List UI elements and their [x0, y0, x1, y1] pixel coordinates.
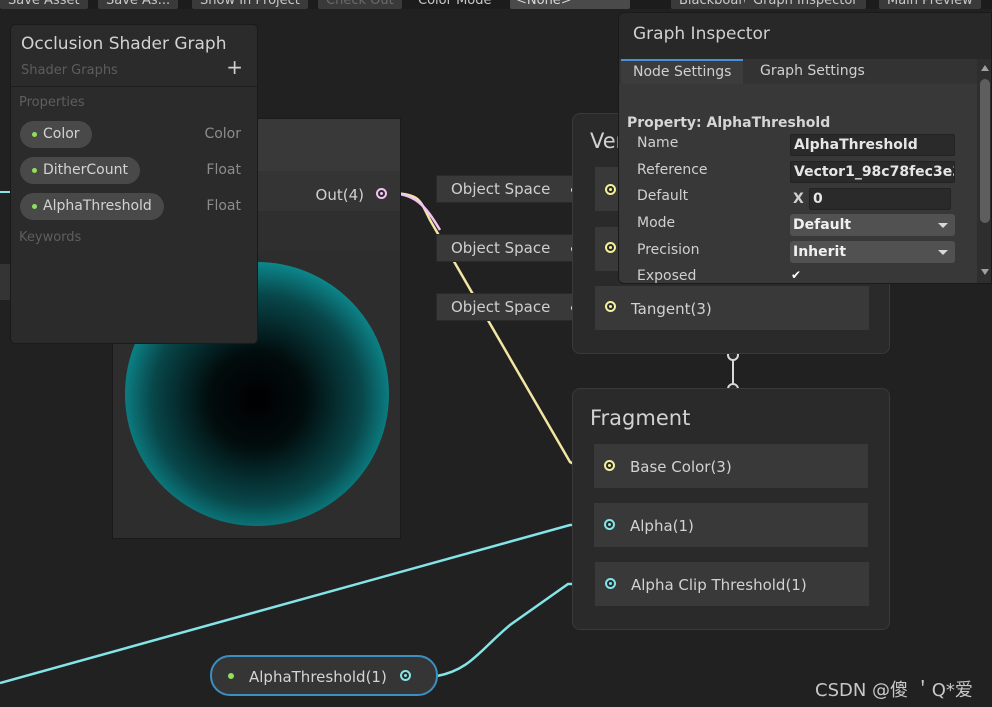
watermark: CSDN @傻 ＇Q*爱	[815, 680, 973, 701]
graph-inspector-panel[interactable]: Graph Inspector Node Settings Graph Sett…	[618, 12, 992, 284]
output-port[interactable]	[376, 188, 387, 199]
exposed-label: Exposed	[637, 268, 697, 284]
property-header: Property: AlphaThreshold	[627, 115, 831, 131]
keywords-header[interactable]: Keywords	[19, 230, 81, 245]
divider	[11, 86, 257, 87]
blackboard-panel[interactable]: Occlusion Shader Graph Shader Graphs + P…	[10, 24, 258, 344]
exposed-checkbox[interactable]: ✔	[791, 268, 801, 282]
property-type-color: Color	[204, 126, 241, 142]
property-indicator-icon	[228, 673, 234, 679]
precision-label: Precision	[637, 242, 700, 258]
inspector-tabs: Node Settings Graph Settings	[619, 59, 991, 84]
alphathreshold-property-node[interactable]: AlphaThreshold(1)	[210, 655, 438, 696]
shader-graph-editor: Save Asset Save As... Show In Project Ch…	[0, 0, 992, 707]
object-space-label: Object Space	[451, 298, 551, 316]
alpha-clip-port[interactable]	[605, 578, 616, 589]
blackboard-title: Occlusion Shader Graph	[21, 34, 227, 54]
alpha-clip-label: Alpha Clip Threshold(1)	[631, 576, 807, 594]
default-value-field[interactable]: 0	[809, 188, 951, 210]
property-type-alphathreshold: Float	[206, 198, 241, 214]
default-axis-label: X	[793, 191, 804, 207]
tab-node-settings[interactable]: Node Settings	[621, 59, 744, 84]
property-pill-color[interactable]: Color	[20, 121, 92, 148]
property-node-label: AlphaThreshold(1)	[249, 668, 387, 686]
default-label: Default	[637, 188, 689, 204]
scroll-up-icon[interactable]	[981, 65, 989, 71]
vertex-normal-port[interactable]	[605, 242, 616, 253]
output-port-label: Out(4)	[315, 186, 364, 204]
fragment-slot-alpha[interactable]: Alpha(1)	[593, 502, 869, 548]
chevron-down-icon	[938, 250, 948, 255]
offscreen-node-edge	[0, 264, 10, 300]
base-color-label: Base Color(3)	[630, 458, 732, 476]
vertex-tangent-port[interactable]	[605, 301, 616, 312]
property-pill-dithercount[interactable]: DitherCount	[20, 157, 140, 184]
object-space-node[interactable]: Object Space	[436, 234, 588, 262]
inspector-title: Graph Inspector	[633, 24, 770, 44]
fragment-slot-alpha-clip[interactable]: Alpha Clip Threshold(1)	[594, 561, 870, 607]
inspector-body: Property: AlphaThreshold Name AlphaThres…	[619, 84, 977, 284]
object-space-label: Object Space	[451, 239, 551, 257]
alpha-port[interactable]	[604, 519, 615, 530]
reference-label: Reference	[637, 162, 708, 178]
properties-header[interactable]: Properties	[19, 95, 85, 110]
property-node-output-port[interactable]	[400, 670, 411, 681]
scroll-down-icon[interactable]	[981, 269, 989, 275]
alpha-label: Alpha(1)	[630, 517, 694, 535]
name-label: Name	[637, 135, 679, 151]
tab-graph-settings[interactable]: Graph Settings	[748, 59, 877, 84]
add-property-icon[interactable]: +	[226, 55, 243, 79]
scroll-thumb[interactable]	[980, 79, 990, 223]
chevron-down-icon	[938, 223, 948, 228]
blackboard-subtitle: Shader Graphs	[21, 63, 118, 78]
vertex-slot-tangent[interactable]: Tangent(3)	[594, 285, 870, 331]
object-space-node[interactable]: Object Space	[436, 293, 588, 321]
precision-dropdown[interactable]: Inherit	[790, 241, 955, 263]
vertex-position-port[interactable]	[605, 184, 616, 195]
property-type-dithercount: Float	[206, 162, 241, 178]
mode-dropdown[interactable]: Default	[790, 214, 955, 236]
reference-field[interactable]: Vector1_98c78fec3e3	[790, 161, 955, 183]
base-color-port[interactable]	[604, 460, 615, 471]
mode-label: Mode	[637, 215, 676, 231]
mode-value: Default	[793, 217, 852, 233]
object-space-label: Object Space	[451, 180, 551, 198]
inspector-scrollbar[interactable]	[977, 59, 991, 283]
fragment-slot-base-color[interactable]: Base Color(3)	[593, 443, 869, 489]
tangent-label: Tangent(3)	[631, 300, 712, 318]
fragment-title: Fragment	[590, 406, 691, 430]
precision-value: Inherit	[793, 244, 847, 260]
name-field[interactable]: AlphaThreshold	[790, 134, 955, 156]
property-pill-alphathreshold[interactable]: AlphaThreshold	[20, 193, 164, 220]
object-space-node[interactable]: Object Space	[436, 175, 588, 203]
